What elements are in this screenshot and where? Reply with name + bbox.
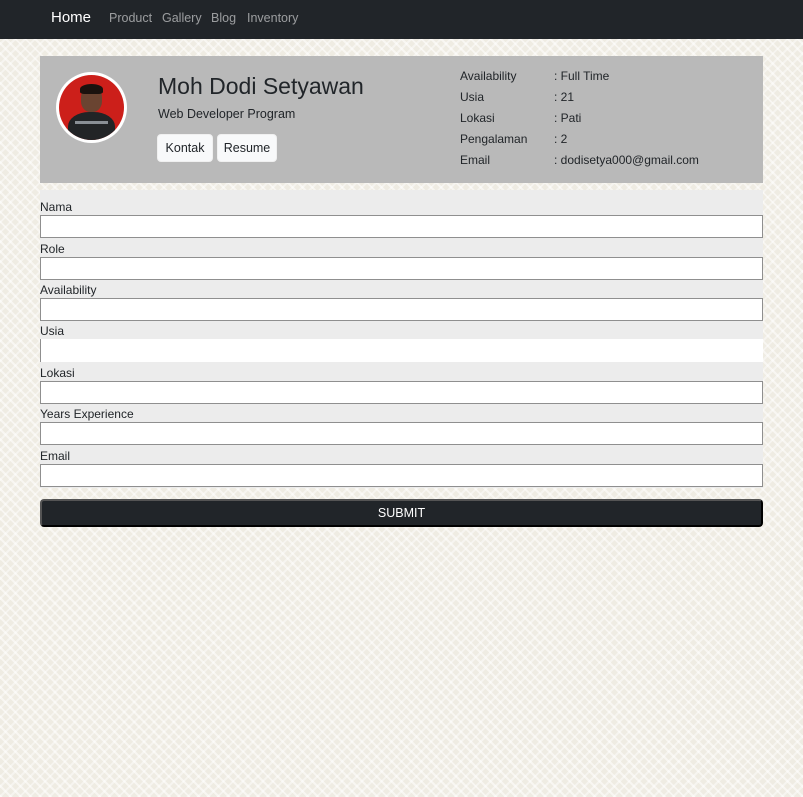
role-label: Role	[40, 242, 65, 256]
detail-label-usia: Usia	[460, 90, 485, 104]
availability-input[interactable]	[40, 298, 763, 321]
resume-button[interactable]: Resume	[217, 134, 277, 162]
detail-label-email: Email	[460, 153, 491, 167]
usia-input[interactable]	[40, 339, 763, 362]
years-experience-input[interactable]	[40, 422, 763, 445]
avatar	[56, 72, 127, 143]
nav-home-link[interactable]: Home	[51, 9, 91, 26]
nav-product-link[interactable]: Product	[109, 11, 152, 25]
detail-label-availability: Availability	[460, 69, 517, 83]
usia-label: Usia	[40, 324, 65, 338]
submit-button[interactable]: SUBMIT	[40, 499, 763, 527]
nav-blog-link[interactable]: Blog	[211, 11, 236, 25]
profile-card: Moh Dodi Setyawan Web Developer Program …	[40, 56, 763, 183]
email-input[interactable]	[40, 464, 763, 487]
role-input[interactable]	[40, 257, 763, 280]
lokasi-label: Lokasi	[40, 366, 75, 380]
email-label: Email	[40, 449, 71, 463]
detail-label-pengalaman: Pengalaman	[460, 132, 528, 146]
detail-value-lokasi: : Pati	[554, 111, 582, 125]
detail-value-usia: : 21	[554, 90, 575, 104]
lokasi-input[interactable]	[40, 381, 763, 404]
profile-name: Moh Dodi Setyawan	[158, 73, 364, 99]
nama-input[interactable]	[40, 215, 763, 238]
detail-label-lokasi: Lokasi	[460, 111, 495, 125]
detail-value-availability: : Full Time	[554, 69, 610, 83]
detail-value-pengalaman: : 2	[554, 132, 568, 146]
nav-gallery-link[interactable]: Gallery	[162, 11, 202, 25]
detail-value-email: : dodisetya000@gmail.com	[554, 153, 699, 167]
years-experience-label: Years Experience	[40, 407, 134, 421]
availability-label: Availability	[40, 283, 97, 297]
nav-inventory-link[interactable]: Inventory	[247, 11, 298, 25]
top-navbar: Home Product Gallery Blog Inventory	[0, 0, 803, 39]
nama-label: Nama	[40, 200, 73, 214]
avatar-photo	[59, 75, 124, 140]
profile-program: Web Developer Program	[158, 107, 296, 121]
kontak-button[interactable]: Kontak	[157, 134, 213, 162]
